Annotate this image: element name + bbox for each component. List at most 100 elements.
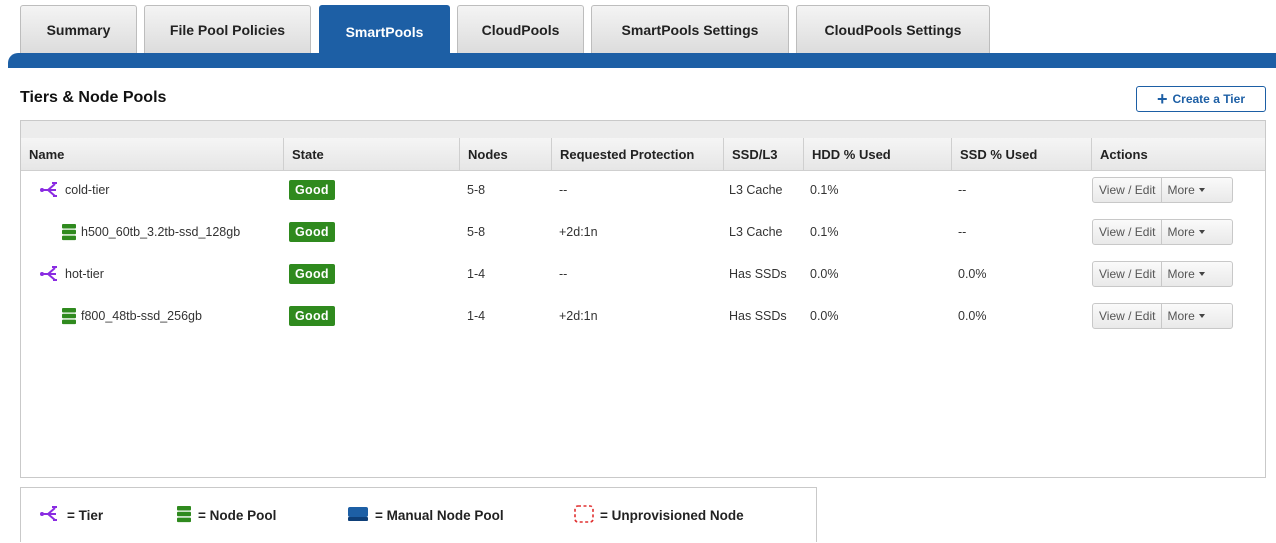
- tab-file-pool-policies[interactable]: File Pool Policies: [144, 5, 311, 53]
- row-state-cell: Good: [289, 170, 335, 210]
- row-nodes: 1-4: [467, 267, 486, 281]
- column-header-protection[interactable]: Requested Protection: [551, 138, 723, 170]
- row-name: h500_60tb_3.2tb-ssd_128gb: [81, 225, 241, 239]
- node-pool-icon: [61, 307, 77, 325]
- more-dropdown-button[interactable]: More: [1162, 309, 1209, 323]
- view-edit-button[interactable]: View / Edit: [1093, 304, 1163, 328]
- view-edit-button[interactable]: View / Edit: [1093, 220, 1163, 244]
- tab-cloudpools-settings[interactable]: CloudPools Settings: [796, 5, 990, 53]
- row-ssd-l3: L3 Cache: [729, 225, 783, 239]
- row-name: f800_48tb-ssd_256gb: [81, 309, 202, 323]
- more-label: More: [1167, 267, 1195, 281]
- row-name-cell: cold-tier: [39, 170, 109, 210]
- more-dropdown-button[interactable]: More: [1162, 183, 1209, 197]
- table-row[interactable]: f800_48tb-ssd_256gb Good 1-4 +2d:1n Has SSDs…: [21, 296, 1265, 336]
- row-name: cold-tier: [65, 183, 110, 197]
- table-row[interactable]: h500_60tb_3.2tb-ssd_128gb Good 5-8 +2d:1n L3…: [21, 212, 1265, 252]
- legend-item-unprovisioned-node: = Unprovisioned Node: [574, 488, 744, 543]
- legend-item-manual-node-pool: = Manual Node Pool: [347, 488, 504, 543]
- row-ssd-l3: L3 Cache: [729, 183, 783, 197]
- row-name-cell: h500_60tb_3.2tb-ssd_128gb: [61, 212, 240, 252]
- view-edit-button[interactable]: View / Edit: [1093, 262, 1163, 286]
- legend-item-node-pool: = Node Pool: [176, 488, 276, 543]
- row-hdd-used: 0.1%: [810, 225, 839, 239]
- node-pool-icon: [61, 223, 77, 241]
- row-name-cell: f800_48tb-ssd_256gb: [61, 296, 202, 336]
- row-nodes: 5-8: [467, 225, 486, 239]
- more-dropdown-button[interactable]: More: [1162, 267, 1209, 281]
- status-badge: Good: [289, 222, 335, 242]
- row-protection: +2d:1n: [559, 309, 598, 323]
- row-nodes: 5-8: [467, 183, 486, 197]
- caret-down-icon: [1198, 272, 1205, 276]
- more-label: More: [1167, 225, 1195, 239]
- unprovisioned-node-icon: [574, 505, 594, 526]
- caret-down-icon: [1198, 188, 1205, 192]
- row-hdd-used: 0.0%: [810, 309, 839, 323]
- column-header-ssd-l3[interactable]: SSD/L3: [723, 138, 803, 170]
- table-row[interactable]: cold-tier Good 5-8 -- L3 Cache 0.1% -- View / E…: [21, 170, 1265, 210]
- row-actions: View / Edit More: [1092, 219, 1233, 245]
- tier-icon: [39, 506, 61, 525]
- legend-label-node-pool: = Node Pool: [198, 508, 277, 523]
- tab-smartpools-settings[interactable]: SmartPools Settings: [591, 5, 789, 53]
- column-header-actions: Actions: [1091, 138, 1265, 170]
- column-header-state[interactable]: State: [283, 138, 459, 170]
- caret-down-icon: [1198, 230, 1205, 234]
- row-protection: --: [559, 183, 568, 197]
- tiers-table: Name State Nodes Requested Protection SS…: [20, 120, 1266, 478]
- more-label: More: [1167, 309, 1195, 323]
- create-tier-button[interactable]: + Create a Tier: [1136, 86, 1266, 112]
- node-pool-icon: [176, 505, 192, 526]
- row-ssd-l3: Has SSDs: [729, 309, 787, 323]
- column-header-ssd-used[interactable]: SSD % Used: [951, 138, 1091, 170]
- row-state-cell: Good: [289, 296, 335, 336]
- status-badge: Good: [289, 264, 335, 284]
- column-header-nodes[interactable]: Nodes: [459, 138, 551, 170]
- row-actions: View / Edit More: [1092, 261, 1233, 287]
- table-header: Name State Nodes Requested Protection SS…: [21, 138, 1265, 171]
- caret-down-icon: [1198, 314, 1205, 318]
- more-dropdown-button[interactable]: More: [1162, 225, 1209, 239]
- row-ssd-l3: Has SSDs: [729, 267, 787, 281]
- row-name: hot-tier: [65, 267, 104, 281]
- row-actions: View / Edit More: [1092, 177, 1233, 203]
- table-row[interactable]: hot-tier Good 1-4 -- Has SSDs 0.0% 0.0% View / …: [21, 254, 1265, 294]
- plus-icon: +: [1156, 89, 1168, 109]
- column-header-hdd-used[interactable]: HDD % Used: [803, 138, 951, 170]
- legend-label-manual-node-pool: = Manual Node Pool: [375, 508, 504, 523]
- column-header-name[interactable]: Name: [21, 138, 283, 170]
- row-ssd-used: --: [958, 225, 967, 239]
- table-toolbar: [21, 121, 1265, 139]
- row-nodes: 1-4: [467, 309, 486, 323]
- row-ssd-used: --: [958, 183, 967, 197]
- legend-item-tier: = Tier: [39, 488, 103, 543]
- row-name-cell: hot-tier: [39, 254, 104, 294]
- create-tier-label: Create a Tier: [1172, 92, 1246, 106]
- tab-bar: Summary File Pool Policies SmartPools Cl…: [0, 0, 1276, 70]
- row-protection: +2d:1n: [559, 225, 598, 239]
- status-badge: Good: [289, 306, 335, 326]
- row-ssd-used: 0.0%: [958, 267, 987, 281]
- tab-underline: [8, 53, 1276, 68]
- legend: = Tier = Node Pool = Manual Node Pool = …: [20, 487, 817, 542]
- row-protection: --: [559, 267, 568, 281]
- manual-node-pool-icon: [347, 506, 369, 525]
- row-state-cell: Good: [289, 254, 335, 294]
- tier-icon: [39, 266, 61, 282]
- row-hdd-used: 0.0%: [810, 267, 839, 281]
- status-badge: Good: [289, 180, 335, 200]
- row-state-cell: Good: [289, 212, 335, 252]
- legend-label-tier: = Tier: [67, 508, 104, 523]
- tier-icon: [39, 182, 61, 198]
- more-label: More: [1167, 183, 1195, 197]
- tab-smartpools[interactable]: SmartPools: [319, 5, 450, 57]
- view-edit-button[interactable]: View / Edit: [1093, 178, 1163, 202]
- row-ssd-used: 0.0%: [958, 309, 987, 323]
- legend-label-unprovisioned-node: = Unprovisioned Node: [600, 508, 744, 523]
- tab-cloudpools[interactable]: CloudPools: [457, 5, 584, 53]
- tab-summary[interactable]: Summary: [20, 5, 137, 53]
- row-actions: View / Edit More: [1092, 303, 1233, 329]
- row-hdd-used: 0.1%: [810, 183, 839, 197]
- section-title: Tiers & Node Pools: [20, 89, 167, 106]
